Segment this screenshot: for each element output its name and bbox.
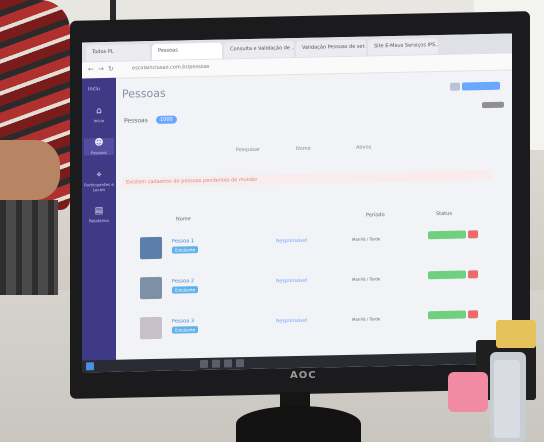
avatar xyxy=(140,236,162,260)
person-name[interactable]: Pessoa 2 xyxy=(172,278,194,284)
monitor-screen: Todos PL Pessoas Consulta e Validação de… xyxy=(82,33,512,373)
sidebar: Inclu ⌂ Início ☻ Pessoas ⌖ Participantes… xyxy=(82,77,116,373)
taskbar-app-icon[interactable] xyxy=(224,359,232,368)
taskbar-app-icon[interactable] xyxy=(212,359,220,368)
main-content: Pessoas Pessoas 1000 Pesquisar Nome Ativ… xyxy=(116,69,512,371)
status-badge xyxy=(428,230,466,240)
taskbar-app-icon[interactable] xyxy=(200,359,208,369)
count-badge: 1000 xyxy=(156,115,177,124)
sidebar-item-relatorios[interactable]: ▤ Relatórios xyxy=(84,206,114,224)
taskbar-app-icon[interactable] xyxy=(236,359,244,368)
guardian-link[interactable]: Responsável xyxy=(276,278,307,285)
yellow-box xyxy=(496,320,536,348)
period-cell: Manhã / Tarde xyxy=(352,316,381,322)
status-badge xyxy=(428,310,466,320)
browser-tab[interactable]: Pessoas xyxy=(152,42,222,61)
person-icon: ☻ xyxy=(94,138,104,149)
monitor-brand-logo: AOC xyxy=(290,370,317,381)
start-icon[interactable] xyxy=(86,362,94,371)
sidebar-item-label: Início xyxy=(93,118,105,124)
options-button[interactable] xyxy=(482,101,504,109)
status-badge xyxy=(468,270,478,279)
status-badge xyxy=(468,230,478,239)
browser-tab[interactable]: Consulta e Validação de ... xyxy=(224,41,294,59)
person-tag: Estudante xyxy=(172,246,199,254)
sidebar-item-label: Participantes e Locais xyxy=(84,181,114,193)
chair xyxy=(0,200,58,295)
browser-tab[interactable]: Todos PL xyxy=(86,44,150,62)
add-person-button[interactable] xyxy=(462,81,500,91)
status-filter[interactable]: Ativos xyxy=(356,144,371,150)
monitor-stand-base xyxy=(236,406,361,442)
avatar xyxy=(140,276,162,300)
chart-icon: ▤ xyxy=(94,206,104,217)
back-icon[interactable]: ← xyxy=(88,65,94,73)
browser-tab[interactable]: Site E-Meus Serviços IPS... xyxy=(368,38,438,56)
guardian-link[interactable]: Responsável xyxy=(276,238,307,245)
phone-screen xyxy=(494,360,520,438)
period-cell: Manhã / Tarde xyxy=(352,236,381,242)
person-tag: Estudante xyxy=(172,326,199,334)
sidebar-item-label: Pessoas xyxy=(91,149,107,156)
home-icon: ⌂ xyxy=(96,106,102,117)
status-badge xyxy=(428,270,466,280)
person-name[interactable]: Pessoa 1 xyxy=(172,238,194,244)
avatar xyxy=(140,316,162,340)
status-badge xyxy=(468,310,478,319)
forward-icon[interactable]: → xyxy=(98,65,104,73)
search-filter[interactable]: Pesquisar xyxy=(236,147,260,154)
sidebar-item-pessoas[interactable]: ☻ Pessoas xyxy=(84,137,114,156)
name-filter[interactable]: Nome xyxy=(296,146,311,152)
pending-alert: Existem cadastros de pessoas pendentes d… xyxy=(122,169,492,188)
person-tag: Estudante xyxy=(172,286,199,294)
period-cell: Manhã / Tarde xyxy=(352,276,381,282)
photo-scene: Todos PL Pessoas Consulta e Validação de… xyxy=(0,0,544,442)
location-icon: ⌖ xyxy=(96,170,102,181)
column-header-status: Status xyxy=(436,210,452,218)
count-label: Pessoas xyxy=(124,117,148,125)
guardian-link[interactable]: Responsável xyxy=(276,318,307,325)
browser-tab[interactable]: Validação Pessoas de ser... xyxy=(296,39,366,58)
sidebar-item-inicio[interactable]: ⌂ Início xyxy=(84,106,114,124)
pink-bag xyxy=(448,372,488,412)
url-field[interactable]: escolainclusao.com.br/pessoas xyxy=(132,64,209,72)
column-header-period: Período xyxy=(366,212,385,219)
reload-icon[interactable]: ↻ xyxy=(108,65,114,73)
sidebar-item-label: Relatórios xyxy=(89,217,109,224)
column-header-name: Nome xyxy=(176,216,191,223)
sidebar-logo: Inclu xyxy=(88,86,100,93)
sidebar-item-locais[interactable]: ⌖ Participantes e Locais xyxy=(84,170,114,193)
toolbar-button[interactable] xyxy=(450,82,460,91)
person-arm xyxy=(0,140,60,200)
person-name[interactable]: Pessoa 3 xyxy=(172,318,194,324)
page-title: Pessoas xyxy=(122,86,166,101)
